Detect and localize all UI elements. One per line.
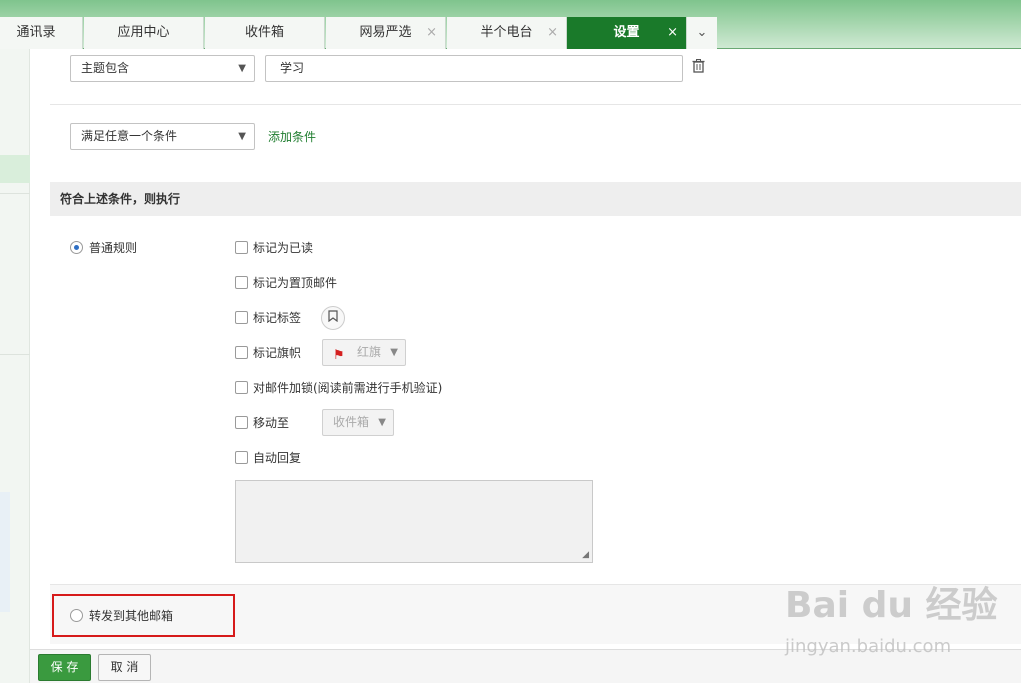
checkbox-label: 标记为已读: [253, 241, 314, 255]
tab-yanxuan[interactable]: 网易严选 ×: [326, 17, 446, 49]
tab-label: 网易严选: [359, 25, 412, 40]
bookmark-icon[interactable]: [321, 306, 345, 330]
mark-top-checkbox[interactable]: 标记为置顶邮件: [235, 275, 337, 291]
input-value: 学习: [280, 61, 305, 75]
tab-app-center[interactable]: 应用中心: [84, 17, 204, 49]
filter-rule-editor: 主题包含 ▼ 学习 满足任意一个条件 ▼ 添加条件 符合上述条件，则执行 普通规…: [50, 49, 1021, 649]
auto-reply-checkbox[interactable]: 自动回复: [235, 450, 301, 466]
flag-icon: ⚑: [333, 348, 345, 363]
resize-grip-icon[interactable]: ◢: [582, 550, 589, 560]
watermark-logo: Bai du 经验: [785, 585, 998, 626]
mark-flag-checkbox[interactable]: 标记旗帜: [235, 345, 301, 361]
close-icon[interactable]: ×: [547, 17, 558, 49]
normal-rule-radio[interactable]: 普通规则: [70, 240, 137, 256]
checkbox-label: 标记为置顶邮件: [253, 276, 338, 290]
checkbox-icon[interactable]: [235, 241, 248, 254]
checkbox-icon[interactable]: [235, 276, 248, 289]
mark-read-checkbox[interactable]: 标记为已读: [235, 240, 313, 256]
tab-bar: 通讯录 应用中心 收件箱 网易严选 × 半个电台 × 设置 × ⌄: [0, 0, 1021, 49]
chevron-down-icon: ▼: [390, 347, 398, 358]
close-icon[interactable]: ×: [667, 17, 678, 49]
checkbox-label: 移动至: [253, 416, 290, 430]
section-title: 符合上述条件，则执行: [50, 182, 1021, 216]
sidebar-selected-item[interactable]: [0, 155, 30, 183]
checkbox-icon[interactable]: [235, 311, 248, 324]
radio-label: 普通规则: [89, 241, 138, 255]
chevron-down-icon: ▼: [238, 63, 246, 74]
tab-radio[interactable]: 半个电台 ×: [447, 17, 567, 49]
select-value: 主题包含: [81, 61, 130, 75]
trash-icon[interactable]: [692, 59, 705, 77]
tab-label: 通讯录: [16, 25, 56, 40]
select-value: 红旗: [357, 345, 382, 359]
checkbox-label: 自动回复: [253, 451, 302, 465]
left-sidebar: [0, 49, 30, 683]
close-icon[interactable]: ×: [426, 17, 437, 49]
sidebar-divider: [0, 193, 30, 194]
checkbox-icon[interactable]: [235, 381, 248, 394]
match-mode-select[interactable]: 满足任意一个条件 ▼: [70, 123, 255, 150]
move-folder-select[interactable]: 收件箱 ▼: [322, 409, 394, 436]
condition-field-select[interactable]: 主题包含 ▼: [70, 55, 255, 82]
save-button[interactable]: 保 存: [38, 654, 91, 681]
checkbox-icon[interactable]: [235, 416, 248, 429]
tab-settings[interactable]: 设置 ×: [567, 17, 687, 49]
watermark-url: jingyan.baidu.com: [785, 636, 952, 657]
checkbox-label: 对邮件加锁(阅读前需进行手机验证): [253, 381, 443, 395]
lock-mail-checkbox[interactable]: 对邮件加锁(阅读前需进行手机验证): [235, 380, 442, 396]
gutter: [30, 49, 50, 649]
highlight-box: [52, 594, 235, 637]
tab-contacts[interactable]: 通讯录: [0, 17, 83, 49]
select-value: 收件箱: [333, 415, 370, 429]
divider: [50, 104, 1021, 105]
auto-reply-textarea[interactable]: ◢: [235, 480, 593, 563]
chevron-down-icon: ▼: [378, 417, 386, 428]
tab-label: 应用中心: [117, 25, 170, 40]
checkbox-label: 标记旗帜: [253, 346, 302, 360]
tab-label: 收件箱: [244, 25, 284, 40]
checkbox-label: 标记标签: [253, 311, 302, 325]
tab-label: 设置: [613, 25, 640, 40]
tab-inbox[interactable]: 收件箱: [205, 17, 325, 49]
chevron-down-icon[interactable]: ⌄: [687, 17, 717, 49]
checkbox-icon[interactable]: [235, 346, 248, 359]
select-value: 满足任意一个条件: [81, 129, 178, 143]
chevron-down-icon: ▼: [238, 131, 246, 142]
flag-select[interactable]: ⚑ 红旗 ▼: [322, 339, 406, 366]
move-to-checkbox[interactable]: 移动至: [235, 415, 289, 431]
tab-label: 半个电台: [480, 25, 533, 40]
condition-value-input[interactable]: 学习: [265, 55, 683, 82]
mark-tag-checkbox[interactable]: 标记标签: [235, 310, 301, 326]
watermark: Bai du 经验 jingyan.baidu.com: [785, 576, 1015, 666]
add-condition-link[interactable]: 添加条件: [268, 128, 316, 145]
radio-icon[interactable]: [70, 241, 83, 254]
promo-banner[interactable]: [0, 492, 10, 612]
sidebar-divider: [0, 354, 30, 355]
cancel-button[interactable]: 取 消: [98, 654, 151, 681]
checkbox-icon[interactable]: [235, 451, 248, 464]
